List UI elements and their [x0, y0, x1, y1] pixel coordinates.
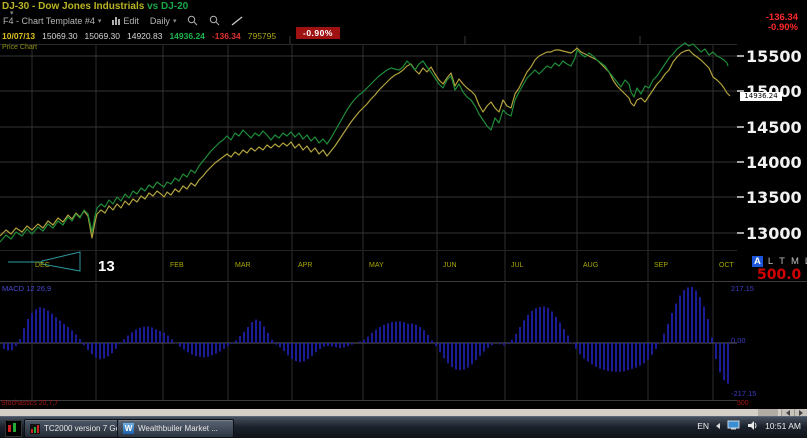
symbol-ticker[interactable]: DJ-30: [2, 1, 29, 12]
price-pane-label: Price Chart: [2, 44, 38, 51]
price-axis-label: 13500: [746, 188, 802, 207]
price-axis-label: 14000: [746, 153, 802, 172]
last-price-marker: 14936.24: [740, 92, 782, 101]
network-icon[interactable]: [727, 420, 740, 431]
month-label: OCT: [719, 262, 734, 269]
quote-low: 14920.83: [127, 31, 163, 41]
month-label: SEP: [654, 262, 669, 269]
percent-change-badge: -0.90%: [296, 27, 340, 39]
trendline-icon: [232, 15, 243, 26]
arrow-right-icon: [799, 409, 803, 416]
candlestick-icon: [8, 423, 16, 432]
month-label: JUN: [443, 262, 457, 269]
horizontal-scrollbar[interactable]: [0, 409, 807, 416]
chart-canvas[interactable]: [0, 0, 807, 438]
month-label: MAY: [369, 262, 384, 269]
language-indicator[interactable]: EN: [697, 421, 709, 431]
quote-high: 15069.30: [84, 31, 120, 41]
scale-option-m[interactable]: M: [790, 256, 800, 267]
scale-option-a[interactable]: A: [752, 256, 763, 267]
month-label: JUL: [511, 262, 524, 269]
magnifier-minus-icon: [210, 15, 220, 26]
scale-value: 500.0: [757, 267, 802, 283]
system-tray: EN 10:51 AM: [697, 420, 801, 431]
windows-taskbar: TC2000 version 7 Gol... W Wealthbuiler M…: [0, 416, 807, 438]
speaker-icon[interactable]: [747, 420, 758, 431]
year-label: 13: [98, 258, 115, 275]
tc2000-chart-icon: [30, 423, 40, 434]
symbol-name: Dow Jones Industrials: [38, 1, 145, 12]
macd-axis-max: 217.15: [731, 284, 754, 293]
title-row: DJ-30 - Dow Jones Industrials vs DJ-20: [2, 1, 188, 12]
price-axis-label: 14500: [746, 118, 802, 137]
macd-pane-label[interactable]: MACD 12 26,9: [2, 284, 51, 293]
quote-date: 10/07/13: [2, 31, 36, 41]
scale-option-l[interactable]: L: [767, 256, 774, 267]
magnifier-plus-icon: [188, 15, 198, 26]
scroll-right-button[interactable]: [794, 409, 807, 416]
period-button[interactable]: Daily ▾: [150, 16, 177, 26]
taskbar-app-icon[interactable]: [5, 420, 22, 437]
compare-symbol[interactable]: DJ-20: [161, 1, 188, 12]
scrollbar-thumb[interactable]: [758, 409, 778, 416]
stochastics-pane-label: Stochastics 20,7,7: [1, 400, 59, 407]
tc2000-window: DJ-30 - Dow Jones Industrials vs DJ-20 ▾…: [0, 0, 807, 438]
bar-chart-icon: [112, 17, 121, 25]
taskbar-button-label: TC2000 version 7 Gol...: [44, 424, 124, 433]
change-readout: -136.34 -0.90%: [766, 13, 798, 33]
stochastics-pane-value: 500: [737, 400, 749, 407]
wealthbuilder-icon: W: [123, 423, 134, 434]
month-label: DEC: [35, 262, 50, 269]
month-label: AUG: [583, 262, 599, 269]
change-percent: -0.90%: [767, 22, 798, 33]
quote-close: 14936.24: [169, 31, 205, 41]
zoom-out-button[interactable]: [209, 15, 220, 26]
quote-change: -136.34: [211, 31, 241, 41]
month-label: MAR: [235, 262, 251, 269]
taskbar-button-wealthbuilder[interactable]: W Wealthbuiler Market ...: [117, 419, 234, 438]
month-label: APR: [298, 262, 313, 269]
scroll-left-button[interactable]: [781, 409, 794, 416]
trendline-tool-button[interactable]: [231, 15, 243, 26]
edit-button[interactable]: Edit: [112, 16, 139, 26]
template-button[interactable]: F4 - Chart Template #4 ▾: [3, 16, 101, 26]
price-axis-label: 13000: [746, 224, 802, 243]
clock[interactable]: 10:51 AM: [765, 421, 801, 431]
hidden-icons-arrow-icon[interactable]: [716, 422, 721, 429]
quote-volume: 795795: [247, 31, 277, 41]
taskbar-button-label: Wealthbuiler Market ...: [138, 424, 218, 433]
chevron-down-icon: ▾: [97, 17, 102, 25]
price-axis-label: 15500: [746, 47, 802, 66]
chevron-down-icon: ▾: [172, 17, 177, 25]
scale-option-t[interactable]: T: [778, 256, 786, 267]
macd-axis-min: -217.15: [731, 389, 757, 398]
quote-open: 15069.30: [42, 31, 78, 41]
title-separator: -: [32, 1, 36, 12]
taskbar-button-tc2000[interactable]: TC2000 version 7 Gol...: [24, 419, 124, 438]
macd-axis-zero: 0.00: [731, 336, 746, 345]
vs-label: vs: [147, 1, 159, 12]
zoom-in-button[interactable]: [187, 15, 198, 26]
quote-row: 10/07/13 15069.30 15069.30 14920.83 1493…: [2, 31, 276, 41]
month-label: FEB: [170, 262, 184, 269]
arrow-left-icon: [786, 409, 790, 416]
scale-selector: ALTML: [752, 256, 807, 267]
chart-toolbar: F4 - Chart Template #4 ▾ Edit Daily ▾: [3, 15, 243, 26]
